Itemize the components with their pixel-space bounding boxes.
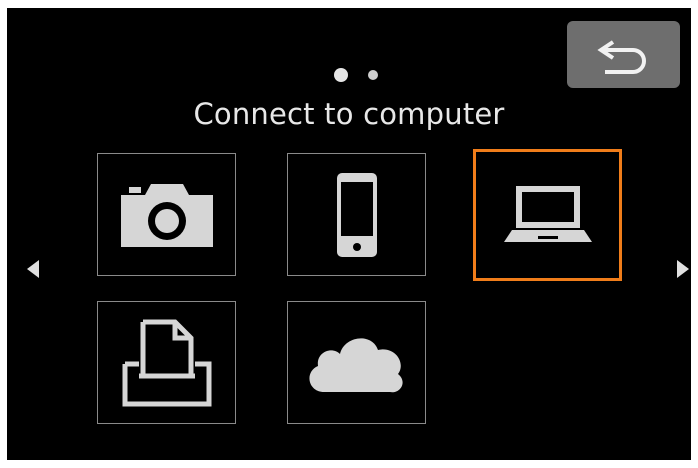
right-arrow-icon[interactable] bbox=[677, 260, 689, 278]
page-indicator bbox=[330, 66, 390, 82]
camera-icon bbox=[120, 183, 213, 247]
tile-smartphone[interactable] bbox=[287, 153, 426, 276]
tile-web-service[interactable] bbox=[287, 301, 426, 424]
printer-icon bbox=[122, 319, 211, 406]
screen-title: Connect to computer bbox=[193, 97, 505, 131]
page-dot-inactive bbox=[368, 70, 378, 80]
page: Connect to computer bbox=[0, 0, 698, 468]
left-arrow-icon[interactable] bbox=[27, 260, 39, 278]
tile-camera[interactable] bbox=[97, 153, 236, 276]
camera-screen: Connect to computer bbox=[7, 8, 691, 460]
cloud-icon bbox=[308, 337, 403, 392]
return-arrow-icon bbox=[596, 39, 646, 74]
page-dot-active bbox=[334, 68, 348, 82]
tile-computer[interactable] bbox=[473, 149, 622, 281]
laptop-icon bbox=[503, 186, 592, 242]
back-button[interactable] bbox=[567, 21, 680, 88]
smartphone-icon bbox=[336, 172, 377, 257]
tile-printer[interactable] bbox=[97, 301, 236, 424]
